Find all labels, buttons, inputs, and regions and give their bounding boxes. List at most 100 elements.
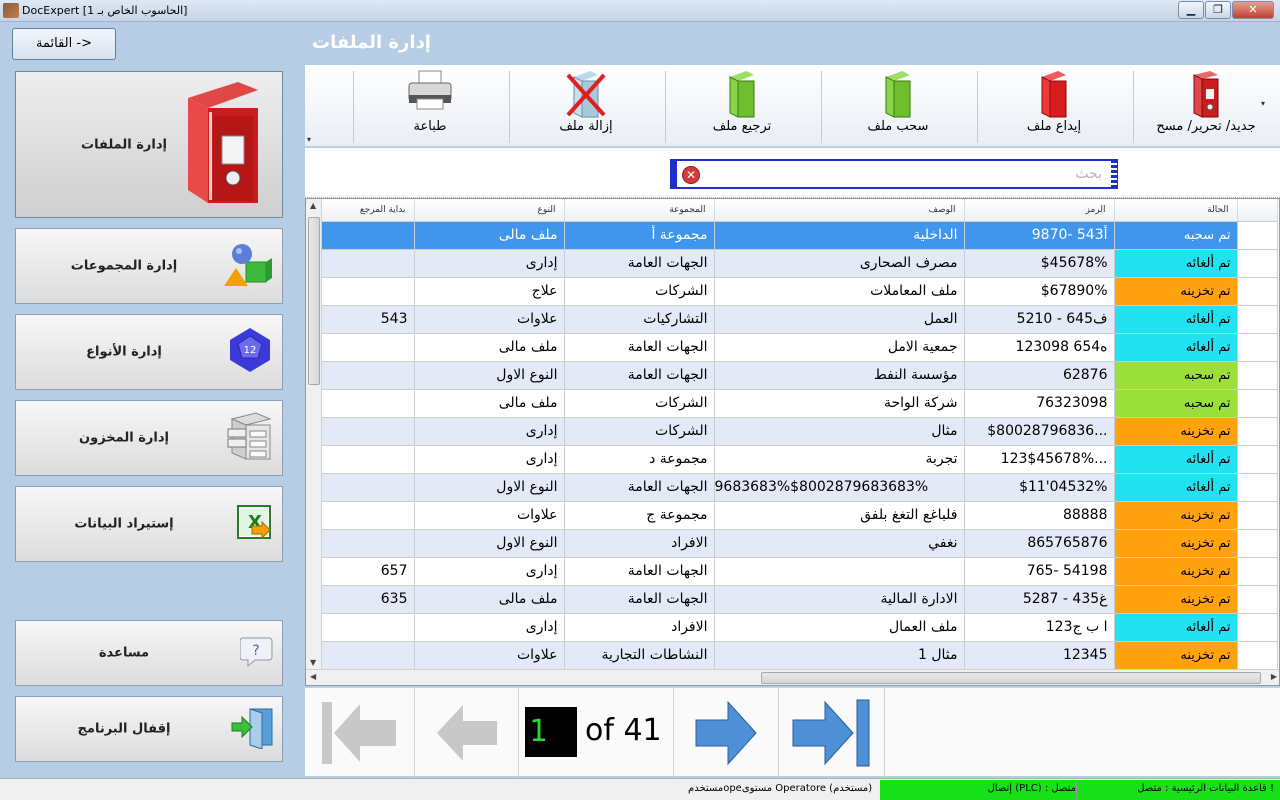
column-header-description[interactable]: الوصف (714, 199, 965, 222)
cell-type[interactable]: إدارى (414, 445, 565, 474)
cell-ref[interactable] (322, 641, 415, 670)
cell-description[interactable]: الادارة المالية (714, 585, 965, 614)
nav-inventory-management[interactable]: إدارة المخزون (15, 400, 283, 476)
cell-status[interactable]: تم تخزينه (1114, 641, 1238, 670)
cell-code[interactable]: 5287 - 435غ (964, 585, 1115, 614)
row-selector[interactable] (1237, 529, 1278, 558)
cell-type[interactable]: ملف مالى (414, 585, 565, 614)
next-page-button[interactable] (673, 688, 779, 777)
current-page-display[interactable]: 1 (525, 707, 577, 757)
cell-description[interactable]: مصرف الصحارى (714, 249, 965, 278)
cell-status[interactable]: تم ألغائه (1114, 473, 1238, 502)
cell-ref[interactable] (322, 445, 415, 474)
row-selector[interactable] (1237, 389, 1278, 418)
table-row[interactable]: إدارى مجموعة د تجربة 123$45678%... تم ألغائه (322, 445, 1278, 474)
table-row[interactable]: إدارى الشركات مثال $80028796836... تم تخزينه (322, 417, 1278, 446)
table-row[interactable]: إدارى الجهات العامة مصرف الصحارى $45678% تم … (322, 249, 1278, 278)
print-button[interactable]: طباعة (365, 65, 495, 147)
nav-file-management[interactable]: إدارة الملفات (15, 71, 283, 218)
cell-type[interactable]: النوع الاول (414, 529, 565, 558)
cell-code[interactable]: 12345 (964, 641, 1115, 670)
cell-ref[interactable] (322, 333, 415, 362)
cell-description[interactable]: تجربة (714, 445, 965, 474)
cell-code[interactable]: $80028796836... (964, 417, 1115, 446)
row-selector[interactable] (1237, 305, 1278, 334)
cell-group[interactable]: الشركات (564, 389, 715, 418)
cell-code[interactable]: $11'04532% (964, 473, 1115, 502)
cell-status[interactable]: تم تخزينه (1114, 501, 1238, 530)
table-row[interactable]: 657 إدارى الجهات العامة 765- 54198 تم تخزينه (322, 557, 1278, 586)
cell-type[interactable]: النوع الاول (414, 473, 565, 502)
cell-description[interactable]: شركة الواحة (714, 389, 965, 418)
cell-group[interactable]: الافراد (564, 529, 715, 558)
cell-group[interactable]: النشاطات التجارية (564, 641, 715, 670)
cell-description[interactable]: جمعية الامل (714, 333, 965, 362)
cell-code[interactable]: 123$45678%... (964, 445, 1115, 474)
cell-type[interactable]: إدارى (414, 249, 565, 278)
cell-ref[interactable] (322, 501, 415, 530)
row-selector[interactable] (1237, 417, 1278, 446)
cell-status[interactable]: تم سحبه (1114, 221, 1238, 250)
cell-status[interactable]: تم تخزينه (1114, 277, 1238, 306)
cell-group[interactable]: التشاركيات (564, 305, 715, 334)
row-selector[interactable] (1237, 641, 1278, 670)
cell-group[interactable]: الجهات العامة (564, 333, 715, 362)
scroll-up-icon[interactable]: ▲ (310, 201, 316, 210)
nav-exit-program[interactable]: إقفال البرنامج (15, 696, 283, 762)
cell-status[interactable]: تم ألغائه (1114, 613, 1238, 642)
row-selector[interactable] (1237, 277, 1278, 306)
cell-group[interactable]: مجموعة ج (564, 501, 715, 530)
cell-code[interactable]: 123ا ب ج (964, 613, 1115, 642)
scroll-right-icon[interactable]: ▶ (1271, 672, 1277, 681)
cell-status[interactable]: تم ألغائه (1114, 445, 1238, 474)
table-row[interactable]: علاوات النشاطات التجارية مثال 1 12345 تم تخز… (322, 641, 1278, 670)
last-page-button[interactable] (779, 688, 885, 777)
chevron-down-icon[interactable]: ▾ (1261, 99, 1265, 108)
cell-type[interactable]: ملف مالى (414, 221, 565, 250)
table-row[interactable]: النوع الاول الجهات العامة مؤسسة النفط 62876… (322, 361, 1278, 390)
cell-code[interactable]: $67890% (964, 277, 1115, 306)
cell-code[interactable]: 88888 (964, 501, 1115, 530)
scrollbar-thumb[interactable] (308, 217, 320, 385)
nav-help[interactable]: مساعدة ? (15, 620, 283, 686)
cell-type[interactable]: علاوات (414, 305, 565, 334)
cell-description[interactable]: نغفي (714, 529, 965, 558)
new-edit-delete-button[interactable]: جديد/ تحرير/ مسح (1139, 65, 1273, 147)
row-selector[interactable] (1237, 333, 1278, 362)
cell-group[interactable]: الشركات (564, 417, 715, 446)
cell-type[interactable]: ملف مالى (414, 389, 565, 418)
cell-status[interactable]: تم ألغائه (1114, 333, 1238, 362)
cell-group[interactable]: الجهات العامة (564, 361, 715, 390)
nav-group-management[interactable]: إدارة المجموعات (15, 228, 283, 304)
cell-status[interactable]: تم تخزينه (1114, 529, 1238, 558)
current-row-indicator-icon[interactable]: ◀ (1237, 221, 1278, 250)
cell-description[interactable]: مؤسسة النفط (714, 361, 965, 390)
menu-button[interactable]: القائمة -> (12, 28, 116, 60)
cell-group[interactable]: مجموعة أ (564, 221, 715, 250)
cell-code[interactable]: 123098 654ه (964, 333, 1115, 362)
cell-ref[interactable]: 657 (322, 557, 415, 586)
cell-ref[interactable] (322, 613, 415, 642)
table-row[interactable]: النوع الاول الافراد نغفي 865765876 تم تخزينه (322, 529, 1278, 558)
remove-file-button[interactable]: إزالة ملف (521, 65, 651, 147)
nav-type-management[interactable]: إدارة الأنواع 12 (15, 314, 283, 390)
search-input[interactable]: ✕ بحث (670, 159, 1118, 189)
first-page-button[interactable] (305, 688, 415, 777)
cell-ref[interactable] (322, 221, 415, 250)
cell-group[interactable]: الجهات العامة (564, 585, 715, 614)
cell-group[interactable]: الجهات العامة (564, 249, 715, 278)
cell-type[interactable]: إدارى (414, 613, 565, 642)
return-file-button[interactable]: ترجيع ملف (677, 65, 807, 147)
cell-description[interactable] (714, 557, 965, 586)
cell-description[interactable]: ملف المعاملات (714, 277, 965, 306)
table-row[interactable]: ملف مالى الشركات شركة الواحة 76323098 تم سحب… (322, 389, 1278, 418)
scroll-down-icon[interactable]: ▼ (310, 658, 316, 667)
cell-ref[interactable] (322, 529, 415, 558)
cell-type[interactable]: ملف مالى (414, 333, 565, 362)
horizontal-scrollbar[interactable]: ◀ ▶ (306, 669, 1279, 685)
column-header-status[interactable]: الحالة (1114, 199, 1238, 222)
row-selector[interactable] (1237, 445, 1278, 474)
cell-group[interactable]: الافراد (564, 613, 715, 642)
column-header-type[interactable]: النوع (414, 199, 565, 222)
chevron-down-icon[interactable]: ▾ (307, 135, 311, 144)
